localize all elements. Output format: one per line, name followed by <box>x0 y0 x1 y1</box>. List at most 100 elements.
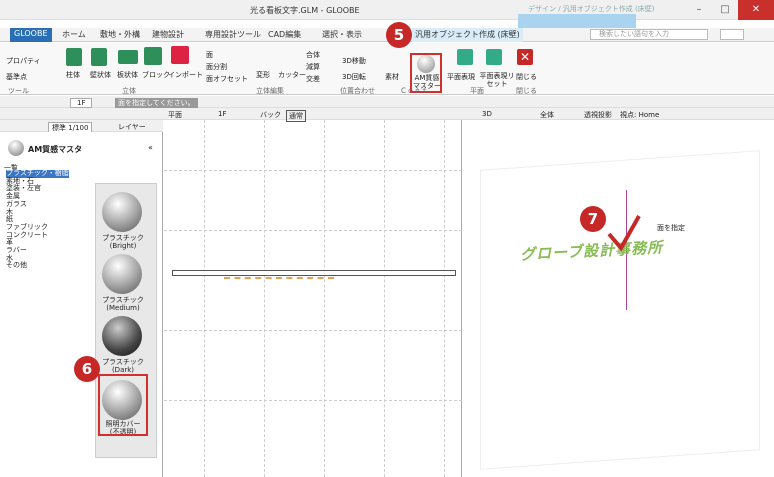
projection-select[interactable]: 透視投影 <box>584 110 612 120</box>
material-button[interactable]: 素材 <box>385 72 399 82</box>
cursor-check-icon <box>607 215 641 252</box>
pillar-icon <box>66 48 82 66</box>
category-tree: プラスチック・樹脂 素地・石 塗装・左官 金属 ガラス 木 紙 ファブリック コ… <box>6 169 69 270</box>
layer-button[interactable]: レイヤー <box>118 122 146 132</box>
panel-title: AM質感マスタ <box>28 145 83 154</box>
thumb-label: プラスチック (Bright) <box>102 234 144 250</box>
wall-button[interactable]: 壁状体 <box>90 70 111 80</box>
tab-select[interactable]: 選択・表示 <box>322 29 362 40</box>
board-button[interactable]: 板状体 <box>117 70 138 80</box>
title-bar <box>0 0 774 20</box>
tab-cad[interactable]: CAD編集 <box>268 29 301 40</box>
board-icon <box>118 50 138 64</box>
plan-letters <box>224 277 334 280</box>
group-tool: ツール <box>8 87 29 95</box>
property-button[interactable]: プロパティ <box>6 56 41 66</box>
back-button[interactable]: バック <box>260 110 281 120</box>
collapse-icon[interactable]: « <box>148 143 153 152</box>
ribbon <box>0 43 774 95</box>
sphere-icon[interactable] <box>102 254 142 294</box>
minimize-button[interactable]: – <box>686 0 712 20</box>
group-edit: 立体編集 <box>256 87 284 95</box>
intersect-button[interactable]: 交差 <box>306 74 320 84</box>
tree-item[interactable]: 木 <box>6 208 69 217</box>
floor-select[interactable]: 1F <box>70 98 93 108</box>
face-offset-button[interactable]: 面オフセット <box>206 74 248 84</box>
window-title: 光る看板文字.GLM - GLOOBE <box>250 6 360 15</box>
group-cont: Ｃｏｎｔ <box>400 87 428 95</box>
close-button[interactable]: ✕ <box>738 0 774 20</box>
all-button[interactable]: 全体 <box>540 110 554 120</box>
plan-floor[interactable]: 1F <box>218 110 226 118</box>
3d-board-outline <box>480 150 760 470</box>
group-plan: 平面 <box>470 87 484 95</box>
grid-line <box>384 120 385 477</box>
plan-expression-button[interactable]: 平面表現 <box>447 72 475 82</box>
search-icon[interactable] <box>720 29 744 40</box>
sphere-icon[interactable] <box>102 192 142 232</box>
window-controls: – □ ✕ <box>686 0 774 20</box>
grid-line <box>164 400 462 401</box>
import-button[interactable]: インポート <box>168 70 203 80</box>
grid-line <box>204 120 205 477</box>
viewpoint-select[interactable]: 視点: Home <box>620 110 659 120</box>
group-solid: 立体 <box>122 87 136 95</box>
grid-line <box>264 120 265 477</box>
tab-building[interactable]: 建物設計 <box>152 29 184 40</box>
block-button[interactable]: ブロック <box>142 70 170 80</box>
close-ribbon-button[interactable]: 閉じる <box>516 72 537 82</box>
thumb-label: プラスチック (Dark) <box>102 358 144 374</box>
rotate3d-button[interactable]: 3D回転 <box>342 72 366 82</box>
subtract-button[interactable]: 減算 <box>306 62 320 72</box>
step-badge-6: 6 <box>74 356 100 382</box>
tab-site[interactable]: 敷地・外構 <box>100 29 140 40</box>
wall-icon <box>91 48 107 66</box>
group-close: 閉じる <box>516 87 537 95</box>
plan-view <box>164 120 462 477</box>
context-tab-highlight <box>518 14 636 28</box>
plan-reset-icon <box>486 49 502 65</box>
tab-generic-object[interactable]: 汎用オブジェクト作成 (床壁) <box>412 28 523 42</box>
material-thumbnails: プラスチック (Bright) プラスチック (Medium) プラスチック (… <box>95 183 157 458</box>
cutter-button[interactable]: カッター <box>278 70 306 80</box>
tab-gloobe[interactable]: GLOOBE <box>10 28 52 42</box>
am-master-icon <box>417 55 435 73</box>
tree-item[interactable]: コンクリート <box>6 231 69 240</box>
tab-home[interactable]: ホーム <box>62 29 86 40</box>
tree-item[interactable]: ラバー <box>6 246 69 255</box>
selected-thumb-highlight <box>98 374 148 436</box>
grid-line <box>324 120 325 477</box>
block-icon <box>144 47 162 65</box>
view3d-tab[interactable]: 3D <box>482 110 492 118</box>
pillar-button[interactable]: 柱体 <box>66 70 80 80</box>
face-button[interactable]: 面 <box>206 50 213 60</box>
step-badge-5: 5 <box>386 22 412 48</box>
normal-button[interactable]: 通常 <box>286 110 306 122</box>
group-align: 位置合わせ <box>340 87 375 95</box>
sphere-icon[interactable] <box>102 316 142 356</box>
context-label: デザイン / 汎用オブジェクト作成 (床壁) <box>528 5 655 13</box>
grid-line <box>164 170 462 171</box>
face-hint: 面を指定 <box>657 224 685 232</box>
union-button[interactable]: 合体 <box>306 50 320 60</box>
thumb-label: プラスチック (Medium) <box>102 296 144 312</box>
plan-tab[interactable]: 平面 <box>168 110 182 120</box>
close-ribbon-icon: ✕ <box>517 49 533 65</box>
am-panel-icon <box>8 140 24 156</box>
base-point-button[interactable]: 基準点 <box>6 72 27 82</box>
grid-line <box>164 330 462 331</box>
plan-board <box>172 270 456 276</box>
plan-expression-icon <box>457 49 473 65</box>
search-input[interactable]: 検索したい語句を入力 <box>590 29 708 40</box>
face-split-button[interactable]: 面分割 <box>206 62 227 72</box>
import-icon <box>171 46 189 64</box>
grid-line <box>164 230 462 231</box>
maximize-button[interactable]: □ <box>712 0 738 20</box>
tree-item[interactable]: その他 <box>6 262 69 270</box>
status-hint: 面を指定してください。 <box>115 98 198 108</box>
tree-item[interactable]: ガラス <box>6 200 69 209</box>
tab-special[interactable]: 専用設計ツール <box>205 29 261 40</box>
grid-line <box>444 120 445 477</box>
deform-button[interactable]: 変形 <box>256 70 270 80</box>
move3d-button[interactable]: 3D移動 <box>342 56 366 66</box>
